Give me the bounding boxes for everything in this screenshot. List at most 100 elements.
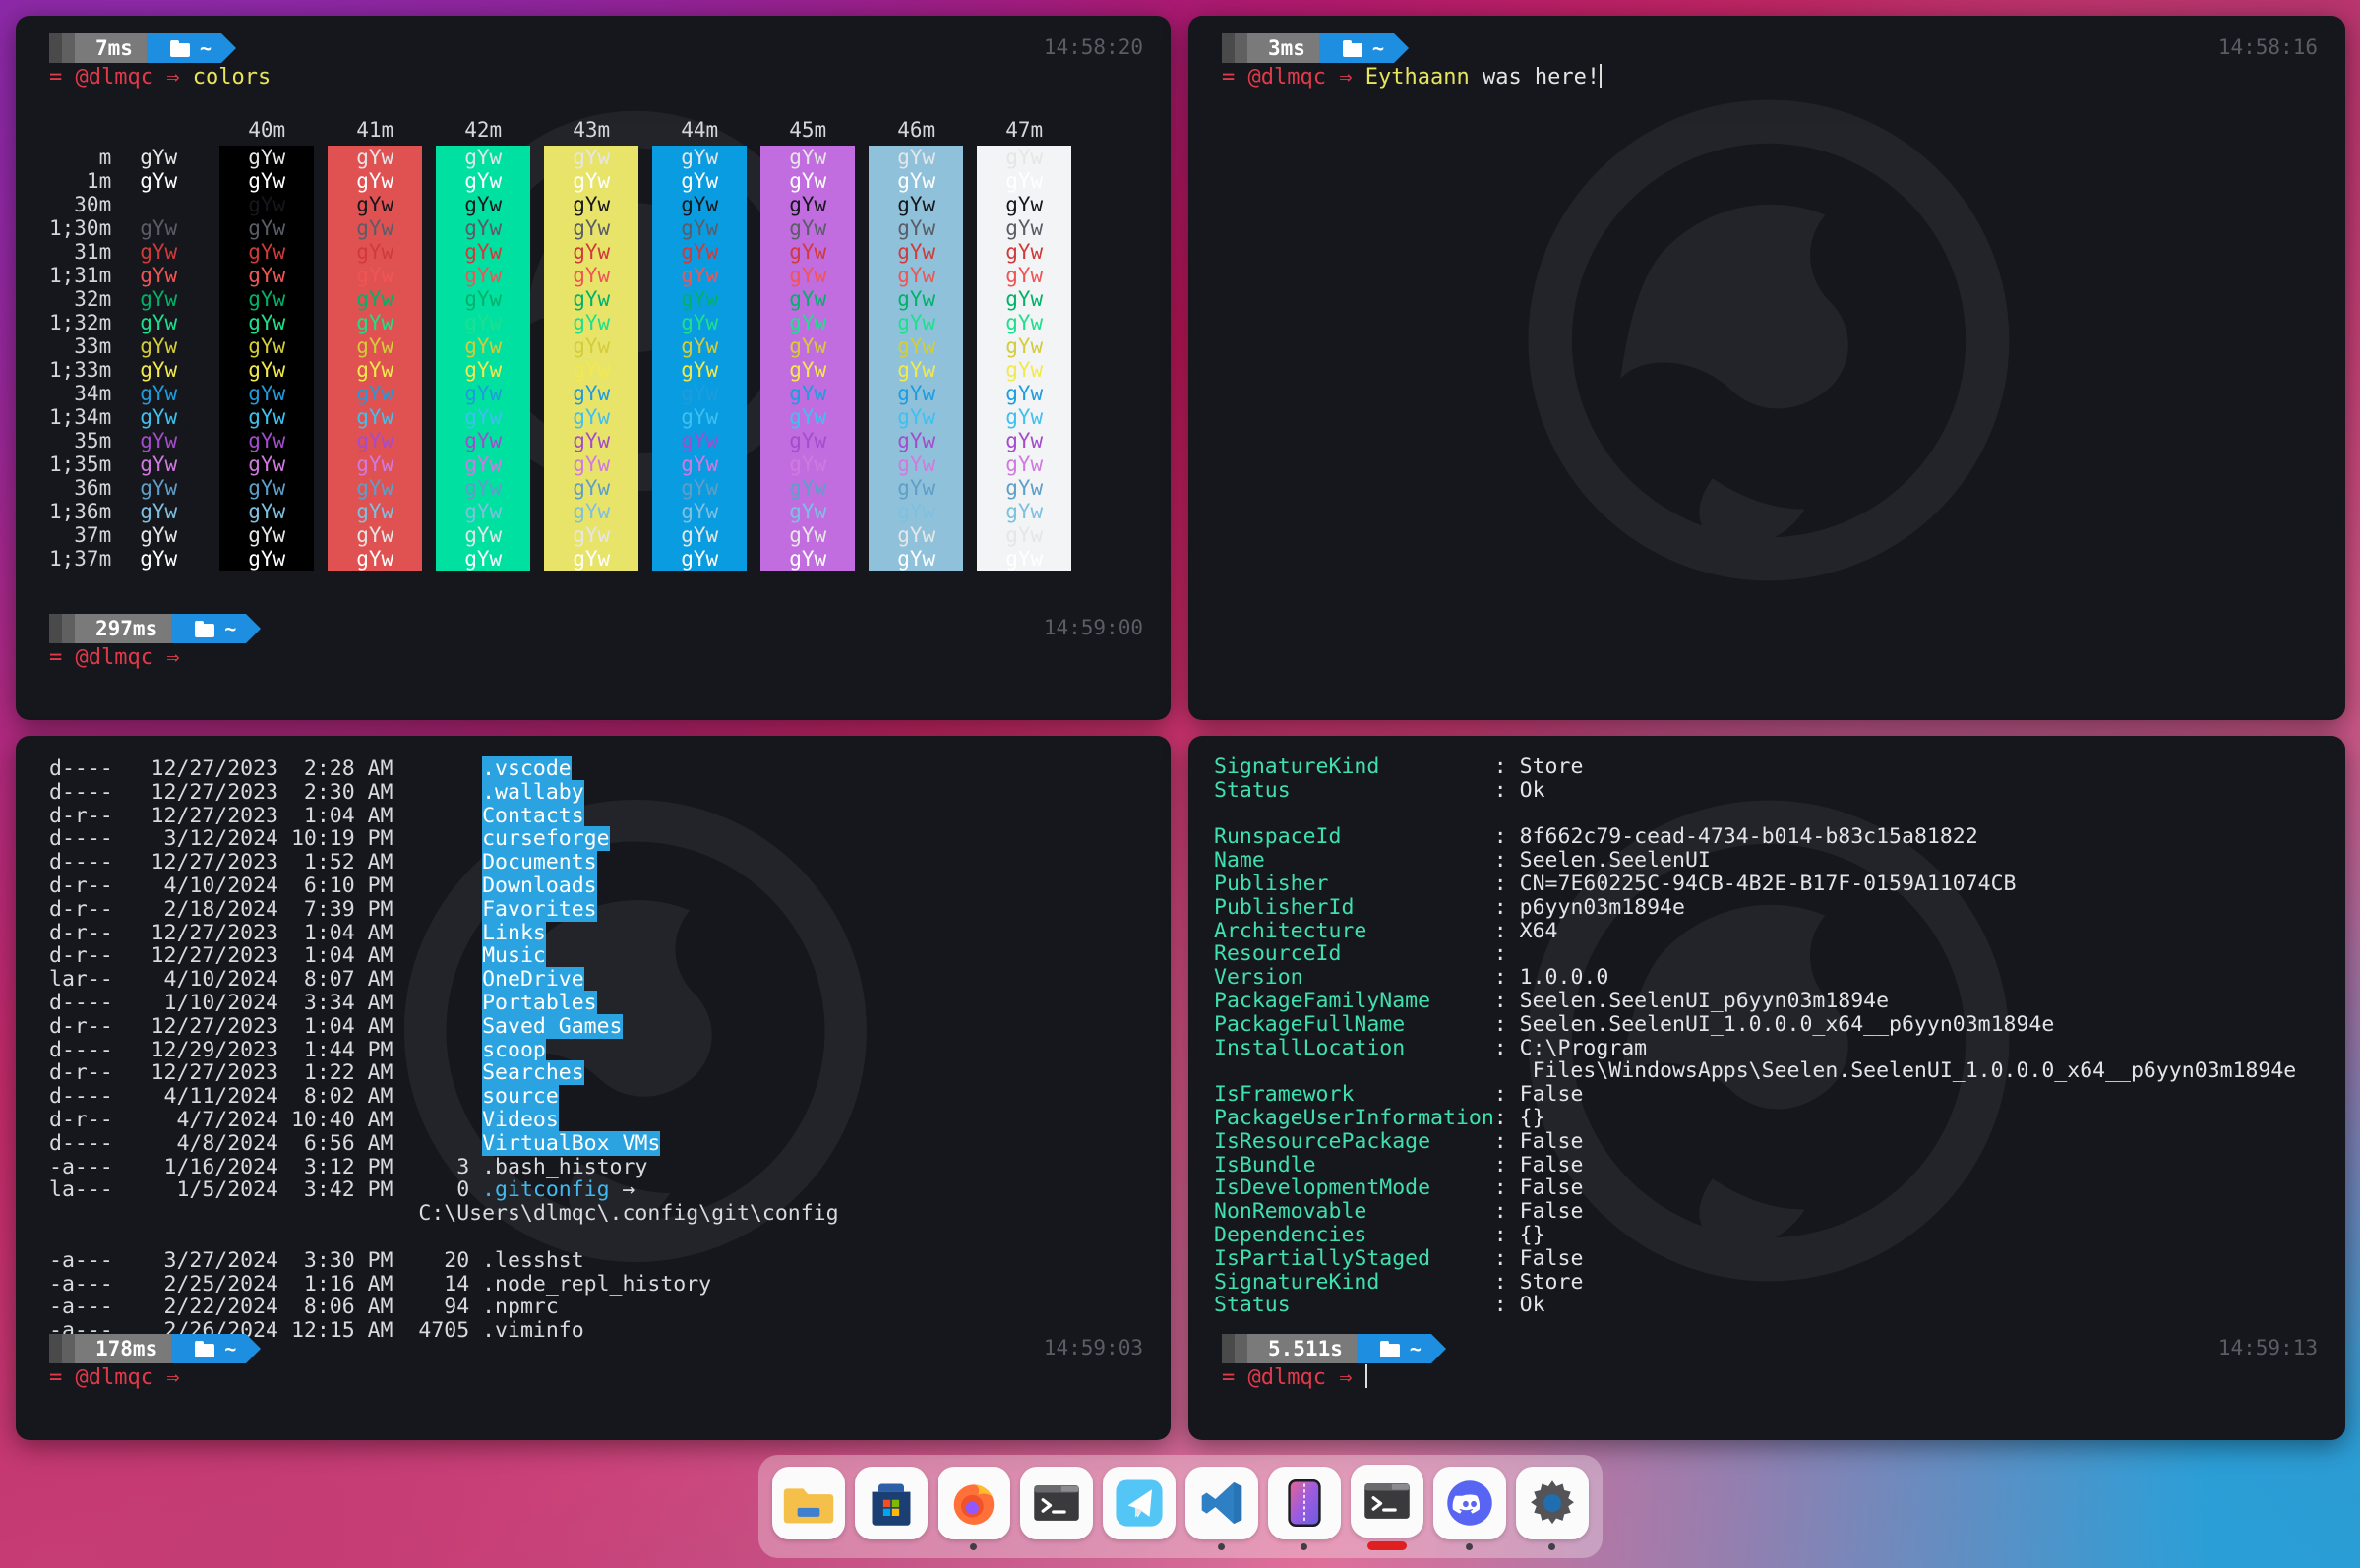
dock-item-discord[interactable] <box>1433 1467 1506 1550</box>
listing-meta: d-r-- 12/27/2023 1:04 AM <box>49 1014 482 1039</box>
package-info-value: 8f662c79-cead-4734-b014-b83c15a81822 <box>1520 824 1978 849</box>
package-info-separator: : <box>1494 1270 1520 1295</box>
window-terminal-echo[interactable]: 3ms ~ 14:58:16 = @dlmqc ⇒ Eythaann was h… <box>1188 16 2345 720</box>
listing-row: d---- 12/29/2023 1:44 PM scoop <box>49 1039 839 1062</box>
path-badge: ~ <box>147 33 221 63</box>
command-line-empty[interactable]: = @dlmqc ⇒ <box>16 643 193 673</box>
listing-name: .gitconfig <box>482 1177 609 1202</box>
dock-tile-microsoft-store[interactable] <box>855 1467 928 1539</box>
dock-tile-seelen-ui[interactable] <box>1268 1467 1341 1539</box>
color-cell-45m: gYw <box>760 476 855 500</box>
listing-row: d-r-- 12/27/2023 1:04 AM Music <box>49 944 839 968</box>
dock-item-firefox[interactable] <box>938 1467 1010 1550</box>
package-info-separator: : <box>1494 989 1520 1013</box>
listing-meta: d-r-- 12/27/2023 1:04 AM <box>49 804 482 828</box>
color-cell-41m: gYw <box>328 240 422 264</box>
color-cell-47m: gYw <box>977 216 1071 240</box>
directory-listing: d---- 12/27/2023 2:28 AM .vscoded---- 12… <box>49 757 839 1343</box>
window-terminal-listing[interactable]: d---- 12/27/2023 2:28 AM .vscoded---- 12… <box>16 736 1171 1440</box>
color-cell-47m: gYw <box>977 240 1071 264</box>
paper-plane-icon <box>1114 1478 1165 1529</box>
color-row-label: 1;32m <box>49 311 111 334</box>
color-row-label: 1;37m <box>49 547 111 571</box>
dock-tile-discord[interactable] <box>1433 1467 1506 1539</box>
color-cell-45m: gYw <box>760 193 855 216</box>
command-line-colors[interactable]: = @dlmqc ⇒ colors <box>16 63 271 92</box>
package-info-separator: : <box>1494 754 1520 779</box>
package-info-output: SignatureKind : StoreStatus : Ok Runspac… <box>1214 755 2296 1317</box>
dock-tile-settings[interactable] <box>1516 1467 1589 1539</box>
color-cell-default: gYw <box>111 240 206 264</box>
duration-badge: 7ms <box>88 33 147 63</box>
color-row-label: 31m <box>49 240 111 264</box>
package-info-row: NonRemovable : False <box>1214 1200 2296 1224</box>
command-line-empty[interactable]: = @dlmqc ⇒ <box>1188 1363 1367 1393</box>
package-info-value: X64 <box>1520 919 1558 943</box>
color-cell-43m: gYw <box>544 476 638 500</box>
package-info-key: RunspaceId <box>1214 824 1494 849</box>
package-info-separator: : <box>1494 1153 1520 1177</box>
segment-bar-3 <box>75 1334 88 1363</box>
listing-name: source <box>482 1084 559 1109</box>
color-cell-44m: gYw <box>652 216 747 240</box>
package-info-value: False <box>1520 1153 1584 1177</box>
command-line-empty[interactable]: = @dlmqc ⇒ <box>16 1363 193 1393</box>
color-cell-42m: gYw <box>436 193 530 216</box>
taskbar-dock[interactable] <box>758 1455 1603 1558</box>
color-cell-43m: gYw <box>544 264 638 287</box>
dock-indicator-windows-terminal <box>1053 1543 1059 1550</box>
color-row-label: 36m <box>49 476 111 500</box>
duration-badge: 178ms <box>88 1334 171 1363</box>
dock-tile-file-explorer[interactable] <box>772 1467 845 1539</box>
package-info-value: Store <box>1520 1270 1584 1295</box>
prompt-eq: = <box>49 1365 62 1390</box>
package-info-separator: : <box>1494 895 1520 920</box>
dock-item-seelen-ui[interactable] <box>1268 1467 1341 1550</box>
window-terminal-package-info[interactable]: SignatureKind : StoreStatus : Ok Runspac… <box>1188 736 2345 1440</box>
dock-item-file-explorer[interactable] <box>772 1467 845 1550</box>
dock-item-telegram[interactable] <box>1103 1467 1176 1550</box>
dock-item-microsoft-store[interactable] <box>855 1467 928 1550</box>
color-cell-default: gYw <box>111 193 206 216</box>
color-row-label: 37m <box>49 523 111 547</box>
dock-item-windows-terminal[interactable] <box>1020 1467 1093 1550</box>
package-info-key: SignatureKind <box>1214 754 1494 779</box>
package-info-separator: : <box>1494 1246 1520 1271</box>
dock-indicator-microsoft-store <box>887 1543 894 1550</box>
color-cell-default: gYw <box>111 547 206 571</box>
dock-tile-telegram[interactable] <box>1103 1467 1176 1539</box>
color-cell-40m: gYw <box>219 264 314 287</box>
color-table-header-46m: 46m <box>869 118 963 146</box>
package-info-separator: : <box>1494 965 1520 990</box>
listing-row: d-r-- 4/7/2024 10:40 AM Videos <box>49 1109 839 1132</box>
color-cell-46m: gYw <box>869 216 963 240</box>
dock-tile-vs-code[interactable] <box>1185 1467 1258 1539</box>
listing-name: curseforge <box>482 826 609 851</box>
package-info-key: IsFramework <box>1214 1082 1494 1107</box>
listing-meta: d---- 1/10/2024 3:34 AM <box>49 991 482 1015</box>
command-line-echo[interactable]: = @dlmqc ⇒ Eythaann was here! <box>1188 63 1602 92</box>
dock-tile-firefox[interactable] <box>938 1467 1010 1539</box>
color-cell-45m: gYw <box>760 523 855 547</box>
dock-item-terminal-active[interactable] <box>1351 1465 1423 1550</box>
color-cell-41m: gYw <box>328 216 422 240</box>
listing-name: .npmrc <box>482 1295 559 1319</box>
package-info-separator: : <box>1494 824 1520 849</box>
prompt-user: @dlmqc <box>1248 65 1326 90</box>
color-table-row: 1;37mgYwgYwgYwgYwgYwgYwgYwgYwgYw <box>49 547 1071 571</box>
store-icon <box>866 1478 917 1529</box>
color-cell-default: gYw <box>111 146 206 169</box>
color-cell-40m: gYw <box>219 429 314 452</box>
color-cell-46m: gYw <box>869 169 963 193</box>
window-terminal-colors[interactable]: 7ms ~ 14:58:20 = @dlmqc ⇒ colors 40m41m4… <box>16 16 1171 720</box>
color-table-header-42m: 42m <box>436 118 530 146</box>
dock-item-settings[interactable] <box>1516 1467 1589 1550</box>
package-info-value: {} <box>1520 1223 1545 1247</box>
command-text-rest: was here! <box>1470 65 1600 90</box>
color-table-row: 31mgYwgYwgYwgYwgYwgYwgYwgYwgYw <box>49 240 1071 264</box>
package-info-value: p6yyn03m1894e <box>1520 895 1685 920</box>
dock-tile-terminal-active[interactable] <box>1351 1465 1423 1538</box>
dock-tile-windows-terminal[interactable] <box>1020 1467 1093 1539</box>
dock-item-vs-code[interactable] <box>1185 1467 1258 1550</box>
package-info-key: IsDevelopmentMode <box>1214 1176 1494 1200</box>
